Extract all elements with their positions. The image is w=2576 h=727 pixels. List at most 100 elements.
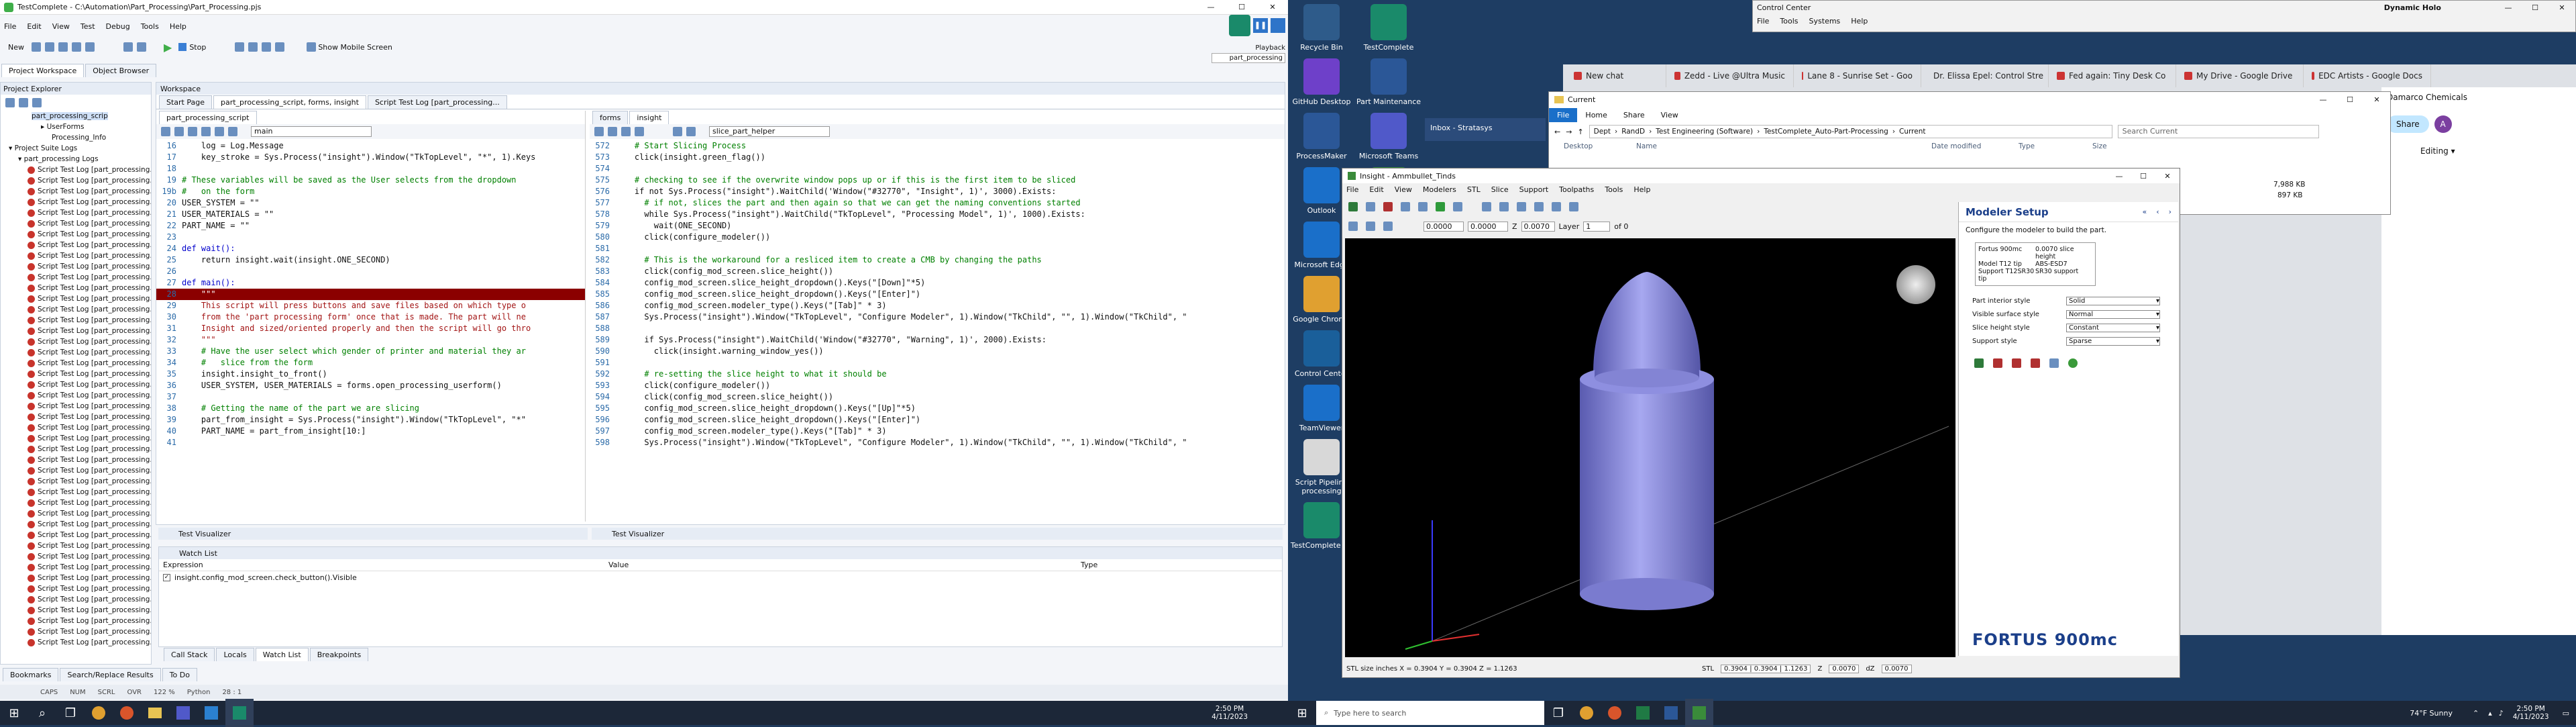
toolpaths-icon[interactable]	[1418, 202, 1428, 211]
log-item[interactable]: Script Test Log [part_processing...	[5, 626, 151, 637]
log-item[interactable]: Script Test Log [part_processing...	[5, 573, 151, 583]
view-iso-icon[interactable]	[1552, 202, 1561, 211]
log-item[interactable]: Script Test Log [part_processing...	[5, 476, 151, 487]
up-icon[interactable]: ↑	[1577, 128, 1583, 136]
left-code[interactable]: 16 log = Log.Message 17 key_stroke = Sys.…	[156, 139, 585, 448]
desktop-icon[interactable]: GitHub Desktop	[1288, 58, 1355, 106]
browser-tab[interactable]: Lane 8 - Sunrise Set - Goo	[1794, 64, 1921, 87]
pause-playback-button[interactable]: ❚❚	[1253, 18, 1268, 33]
desktop-icon[interactable]: TestComplete	[1355, 4, 1422, 52]
uncomment-icon[interactable]	[635, 127, 644, 136]
cc-close[interactable]: ✕	[2548, 3, 2575, 12]
zoom-fit-icon[interactable]	[1482, 202, 1491, 211]
taskbar-firefox-icon-right[interactable]	[1601, 699, 1629, 727]
stop-button[interactable]: Stop	[189, 43, 206, 52]
field-select[interactable]: Constant ▾	[2066, 323, 2160, 332]
taskbar-teams-icon[interactable]	[169, 699, 197, 727]
insight-menu-item[interactable]: Support	[1519, 185, 1548, 194]
comment-icon[interactable]	[188, 127, 197, 136]
indent-icon[interactable]	[594, 127, 604, 136]
log-item[interactable]: Script Test Log [part_processing...	[5, 519, 151, 530]
insight-maximize[interactable]: ☐	[2131, 172, 2155, 181]
comment-icon[interactable]	[621, 127, 631, 136]
log-item[interactable]: Script Test Log [part_processing...	[5, 583, 151, 594]
maximize-button[interactable]: ☐	[1226, 3, 1257, 11]
log-item[interactable]: Script Test Log [part_processing...	[5, 433, 151, 444]
menu-view[interactable]: View	[52, 22, 70, 31]
left-routine-combo[interactable]: main	[251, 126, 372, 137]
browser-tab[interactable]: My Drive - Google Drive	[2176, 64, 2304, 87]
log-item[interactable]: Script Test Log [part_processing...	[5, 454, 151, 465]
field-select[interactable]: Solid ▾	[2066, 296, 2160, 305]
insight-minimize[interactable]: —	[2107, 172, 2131, 181]
tab-part-processing-script[interactable]: part_processing_script	[159, 111, 257, 124]
log-item[interactable]: Script Test Log [part_processing...	[5, 551, 151, 562]
log-item[interactable]: Script Test Log [part_processing...	[5, 562, 151, 573]
layer-field[interactable]: 1	[1583, 221, 1611, 232]
cc-menu-tools[interactable]: Tools	[1780, 17, 1798, 26]
log-item[interactable]: Script Test Log [part_processing...	[5, 197, 151, 207]
log-item[interactable]: Script Test Log [part_processing...	[5, 218, 151, 229]
indent-icon[interactable]	[161, 127, 170, 136]
log-item[interactable]: Script Test Log [part_processing...	[5, 261, 151, 272]
redo-icon[interactable]	[85, 42, 95, 52]
log-item[interactable]: Script Test Log [part_processing...	[5, 164, 151, 175]
share-button[interactable]: Share	[2387, 115, 2429, 133]
cc-menu-help[interactable]: Help	[1851, 17, 1868, 26]
support-icon[interactable]	[2012, 358, 2021, 368]
watch-checkbox[interactable]: ✓	[163, 573, 170, 581]
log-item[interactable]: Script Test Log [part_processing...	[5, 283, 151, 293]
account-avatar[interactable]: A	[2434, 115, 2452, 133]
explorer-tab-share[interactable]: Share	[1615, 111, 1653, 119]
bookmark-icon[interactable]	[215, 127, 224, 136]
log-item[interactable]: Script Test Log [part_processing...	[5, 540, 151, 551]
desktop-icon[interactable]: Recycle Bin	[1288, 4, 1355, 52]
taskbar-insight-icon[interactable]	[1685, 699, 1713, 727]
start-button-right[interactable]: ⊞	[1288, 699, 1316, 727]
new-button[interactable]: New	[8, 43, 24, 52]
toolpath-icon[interactable]	[2031, 358, 2040, 368]
tab-todo[interactable]: To Do	[162, 668, 197, 681]
browser-tab[interactable]: Dr. Elissa Epel: Control Stre	[1921, 64, 2049, 87]
log-item[interactable]: Script Test Log [part_processing...	[5, 175, 151, 186]
layer-down-icon[interactable]	[1366, 222, 1375, 231]
taskbar-chrome-icon-right[interactable]	[1572, 699, 1601, 727]
explorer-maximize[interactable]: ☐	[2337, 95, 2363, 104]
insight-menu-item[interactable]: File	[1346, 185, 1358, 194]
menu-file[interactable]: File	[4, 22, 16, 31]
tab-search-replace[interactable]: Search/Replace Results	[60, 668, 161, 681]
log-item[interactable]: Script Test Log [part_processing...	[5, 530, 151, 540]
browser-tab[interactable]: Fed again: Tiny Desk Co	[2049, 64, 2176, 87]
supports-icon[interactable]	[1401, 202, 1410, 211]
layer-first-icon[interactable]	[1383, 222, 1393, 231]
minimize-button[interactable]: —	[1195, 3, 1226, 11]
nav-forward-icon[interactable]	[686, 127, 696, 136]
y-field[interactable]: 0.0000	[1468, 221, 1508, 232]
log-item[interactable]: Script Test Log [part_processing...	[5, 605, 151, 616]
target-icon[interactable]	[2068, 358, 2078, 368]
record-icon[interactable]	[137, 42, 146, 52]
tab-project-workspace[interactable]: Project Workspace	[1, 64, 85, 77]
cc-menu-systems[interactable]: Systems	[1809, 17, 1841, 26]
log-item[interactable]: Script Test Log [part_processing...	[5, 379, 151, 390]
insight-menu-item[interactable]: Modelers	[1423, 185, 1456, 194]
open-icon[interactable]	[32, 42, 41, 52]
tray-chevron-icon[interactable]: ⌃	[2473, 709, 2479, 718]
orient-icon[interactable]	[1366, 202, 1375, 211]
insight-menu-item[interactable]: STL	[1467, 185, 1481, 194]
clock-right[interactable]: 2:50 PM 4/11/2023	[2513, 705, 2549, 721]
menu-help[interactable]: Help	[170, 22, 186, 31]
view-cube-icon[interactable]	[1896, 265, 1935, 304]
menu-test[interactable]: Test	[80, 22, 95, 31]
insight-close[interactable]: ✕	[2155, 172, 2180, 181]
log-item[interactable]: Script Test Log [part_processing...	[5, 637, 151, 648]
layers-icon[interactable]	[2049, 358, 2059, 368]
x-field[interactable]: 0.0000	[1424, 221, 1464, 232]
zoom-out-icon[interactable]	[1517, 202, 1526, 211]
slice-icon[interactable]	[1993, 358, 2002, 368]
log-item[interactable]: Script Test Log [part_processing...	[5, 272, 151, 283]
log-item[interactable]: Script Test Log [part_processing...	[5, 487, 151, 497]
tab-test-log[interactable]: Script Test Log [part_processing...	[367, 95, 507, 109]
z-field[interactable]: 0.0070	[1521, 221, 1555, 232]
taskbar-vscode-icon[interactable]	[197, 699, 225, 727]
